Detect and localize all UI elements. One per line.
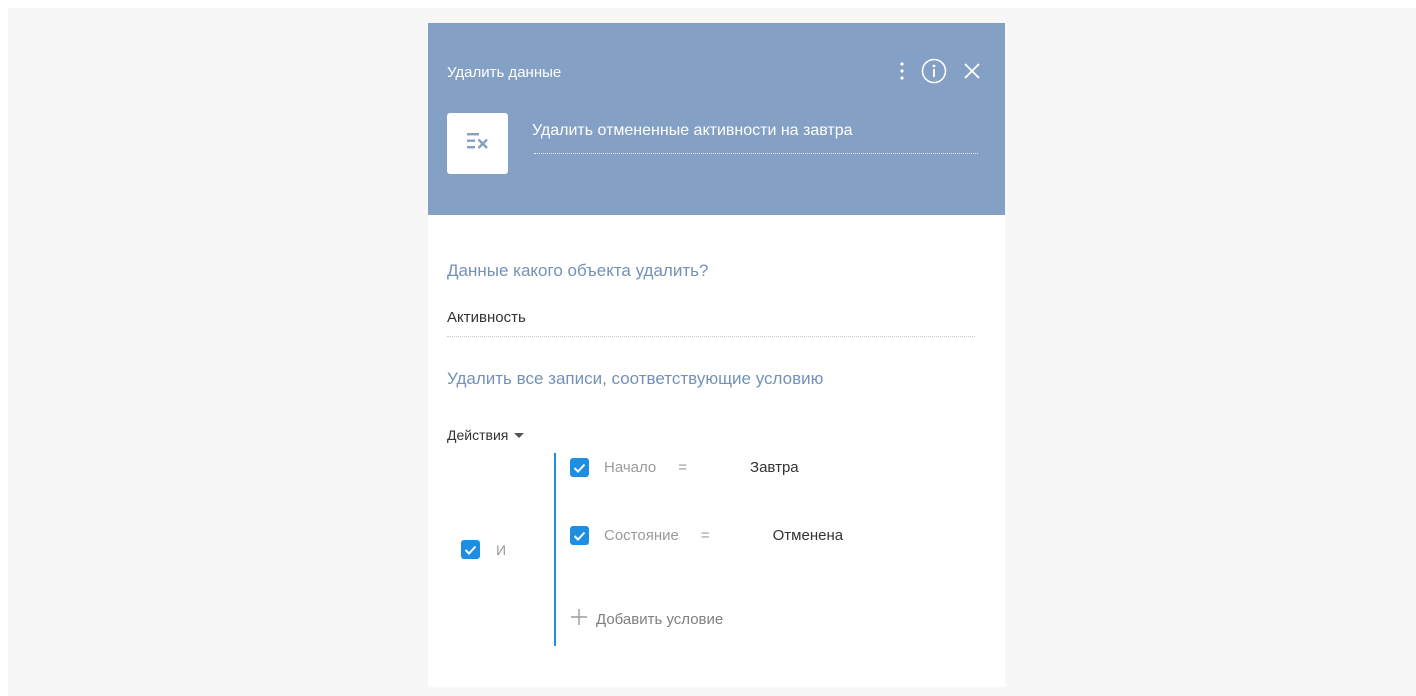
condition-value[interactable]: Отменена [773, 527, 843, 544]
filter-section-title: Удалить все записи, соответствующие усло… [447, 369, 824, 388]
group-operator-label[interactable]: И [496, 542, 506, 558]
checkbox-checked-icon [573, 531, 586, 541]
delete-data-icon [466, 131, 490, 156]
condition-operator[interactable]: = [701, 527, 710, 544]
element-name[interactable]: Удалить отмененные активности на завтра [532, 122, 853, 140]
actions-dropdown[interactable]: Действия [447, 427, 525, 443]
more-vertical-icon[interactable] [899, 61, 905, 81]
element-icon-box [447, 113, 508, 174]
object-field-underline [447, 336, 975, 337]
object-question-label: Данные какого объекта удалить? [447, 261, 709, 280]
filter-group: И [461, 540, 506, 559]
group-bracket-line [554, 453, 556, 646]
add-condition-label: Добавить условие [596, 610, 724, 628]
condition-row: Состояние = Отменена [570, 526, 843, 545]
condition-row: Начало = Завтра [570, 458, 799, 477]
plus-icon [570, 608, 588, 630]
condition-value[interactable]: Завтра [750, 459, 799, 476]
panel-header: Удалить данные Удалить отмененные активн… [428, 23, 1005, 215]
condition-checkbox[interactable] [570, 526, 589, 545]
header-icons [899, 58, 981, 84]
panel-title: Удалить данные [447, 64, 562, 81]
actions-label: Действия [447, 427, 509, 443]
checkbox-checked-icon [464, 545, 477, 555]
object-lookup-field[interactable]: Активность [447, 309, 526, 326]
condition-column[interactable]: Состояние [604, 527, 679, 544]
condition-checkbox[interactable] [570, 458, 589, 477]
caret-down-icon [514, 433, 525, 438]
condition-operator[interactable]: = [678, 459, 687, 476]
element-name-underline [534, 153, 978, 154]
group-checkbox[interactable] [461, 540, 480, 559]
close-icon[interactable] [963, 62, 981, 80]
condition-column[interactable]: Начало [604, 459, 656, 476]
info-icon[interactable] [921, 58, 947, 84]
delete-data-panel: Удалить данные Удалить отмененные активн… [428, 23, 1005, 687]
checkbox-checked-icon [573, 463, 586, 473]
add-condition-button[interactable]: Добавить условие [570, 608, 723, 630]
